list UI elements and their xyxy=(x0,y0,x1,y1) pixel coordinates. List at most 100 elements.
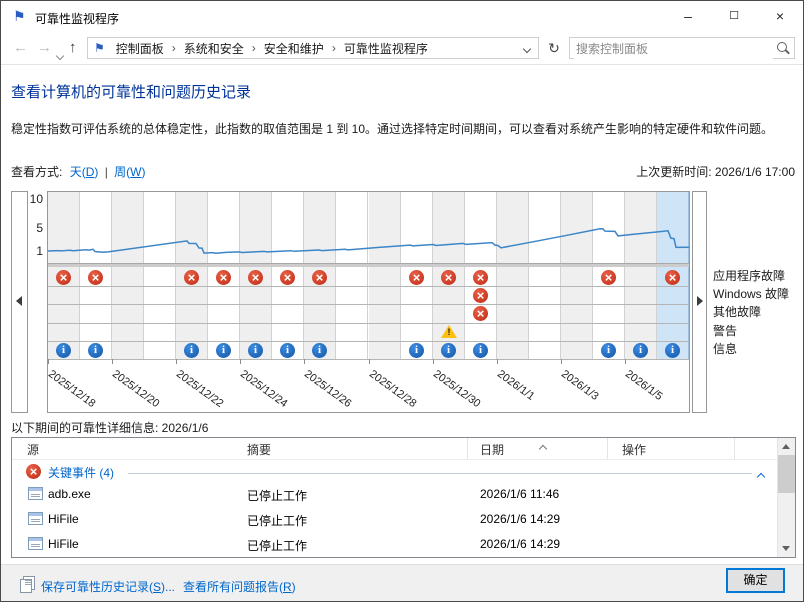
grid-line xyxy=(48,304,689,305)
cell-source: HiFile xyxy=(48,537,79,551)
view-separator: | xyxy=(105,165,108,179)
view-by-weeks-link[interactable]: 周(W) xyxy=(114,165,145,179)
address-toolbar: ← → ↑ ⚑ 控制面板›系统和安全›安全和维护›可靠性监视程序 ↻ xyxy=(1,33,803,65)
address-flag-icon: ⚑ xyxy=(94,41,105,55)
right-arrow-icon xyxy=(697,296,703,306)
view-by-days-link[interactable]: 天(D) xyxy=(70,165,99,179)
x-axis-tick xyxy=(176,359,177,364)
column-header-date[interactable]: 日期 xyxy=(480,441,504,458)
x-axis-date-label: 2025/12/22 xyxy=(174,368,226,410)
x-axis-date-label: 2025/12/28 xyxy=(367,368,419,410)
y-axis-tick-label: 10 xyxy=(30,192,43,206)
cell-source: adb.exe xyxy=(48,487,91,501)
footer-bar: 保存可靠性历史记录(S)... 查看所有问题报告(R) xyxy=(1,564,803,602)
scrollbar-thumb[interactable] xyxy=(778,455,795,493)
breadcrumb-item[interactable]: 控制面板 xyxy=(110,40,170,57)
reliability-monitor-window: ⚑ 可靠性监视程序 – ☐ × ← → ↑ ⚑ 控制面板›系统和安全›安全和维护… xyxy=(0,0,804,602)
scroll-up-button[interactable] xyxy=(778,438,795,455)
breadcrumb-item[interactable]: 系统和安全 xyxy=(178,40,250,57)
x-axis-date-label: 2025/12/20 xyxy=(110,368,162,410)
stability-index-line xyxy=(48,192,689,264)
cell-date: 2026/1/6 11:46 xyxy=(480,487,559,501)
application-failure-icon xyxy=(56,270,71,285)
back-button[interactable]: ← xyxy=(13,38,28,58)
x-axis-tick xyxy=(48,359,49,364)
x-axis-tick xyxy=(369,359,370,364)
application-failure-icon xyxy=(409,270,424,285)
scroll-later-button[interactable] xyxy=(692,191,707,413)
minimize-button[interactable]: – xyxy=(665,1,711,33)
cell-date: 2026/1/6 14:29 xyxy=(480,512,560,526)
x-axis-tick xyxy=(625,359,626,364)
information-icon xyxy=(56,343,71,358)
x-axis-date-label: 2025/12/26 xyxy=(302,368,354,410)
view-all-problem-reports-link[interactable]: 查看所有问题报告(R) xyxy=(183,578,296,595)
address-dropdown-icon[interactable] xyxy=(524,41,530,55)
critical-error-icon xyxy=(26,464,41,479)
information-icon xyxy=(88,343,103,358)
application-failure-icon xyxy=(665,270,680,285)
breadcrumb: 控制面板›系统和安全›安全和维护›可靠性监视程序 xyxy=(110,40,434,57)
legend-row-label: 应用程序故障 xyxy=(713,267,789,285)
cell-summary: 已停止工作 xyxy=(247,487,307,504)
critical-events-group-row[interactable]: 关键事件 (4) xyxy=(12,462,795,482)
information-icon xyxy=(312,343,327,358)
legend-row-label: 其他故障 xyxy=(713,303,789,321)
save-reliability-history-link[interactable]: 保存可靠性历史记录(S)... xyxy=(41,578,175,595)
scroll-earlier-button[interactable] xyxy=(11,191,28,413)
application-failure-icon xyxy=(601,270,616,285)
collapse-group-icon[interactable] xyxy=(758,469,764,483)
details-caption: 以下期间的可靠性详细信息: 2026/1/6 xyxy=(11,419,208,436)
legend-row-label: 信息 xyxy=(713,340,789,358)
other-failure-icon xyxy=(473,306,488,321)
information-icon xyxy=(248,343,263,358)
refresh-button[interactable]: ↻ xyxy=(545,39,563,57)
breadcrumb-item[interactable]: 安全和维护 xyxy=(258,40,330,57)
breadcrumb-item[interactable]: 可靠性监视程序 xyxy=(338,40,434,57)
search-icon[interactable] xyxy=(777,42,787,52)
up-button[interactable]: ↑ xyxy=(69,38,77,58)
column-header-source[interactable]: 源 xyxy=(27,441,39,458)
information-icon xyxy=(665,343,680,358)
table-row[interactable]: HiFile已停止工作2026/1/6 14:29 xyxy=(12,507,778,532)
table-scrollbar[interactable] xyxy=(777,438,795,557)
table-header: 源 摘要 日期 操作 xyxy=(12,438,795,460)
grid-line xyxy=(48,323,689,324)
view-mode-label: 查看方式: xyxy=(11,165,62,179)
close-button[interactable]: × xyxy=(757,1,803,33)
address-bar[interactable]: ⚑ 控制面板›系统和安全›安全和维护›可靠性监视程序 xyxy=(87,37,539,59)
sort-ascending-icon xyxy=(540,441,546,455)
group-label[interactable]: 关键事件 (4) xyxy=(48,464,114,481)
cell-date: 2026/1/6 14:29 xyxy=(480,537,560,551)
forward-button[interactable]: → xyxy=(37,38,52,58)
application-failure-icon xyxy=(441,270,456,285)
title-bar: ⚑ 可靠性监视程序 – ☐ × xyxy=(1,1,803,33)
history-dropdown-icon[interactable] xyxy=(57,45,63,65)
column-header-action[interactable]: 操作 xyxy=(622,441,646,458)
ok-button[interactable]: 确定 xyxy=(726,568,785,593)
crumb-separator-icon: › xyxy=(330,41,338,55)
information-icon xyxy=(441,343,456,358)
search-box xyxy=(569,37,795,59)
page-title: 查看计算机的可靠性和问题历史记录 xyxy=(11,81,251,102)
x-axis-tick xyxy=(689,359,690,364)
save-history-icon xyxy=(23,576,35,590)
table-row[interactable]: HiFile已停止工作2026/1/6 14:29 xyxy=(12,532,778,557)
scroll-down-button[interactable] xyxy=(778,540,795,557)
page-description: 稳定性指数可评估系统的总体稳定性，此指数的取值范围是 1 到 10。通过选择特定… xyxy=(11,120,795,137)
scroll-up-icon xyxy=(782,444,790,449)
search-input[interactable] xyxy=(574,39,773,59)
maximize-button[interactable]: ☐ xyxy=(711,1,757,33)
cell-summary: 已停止工作 xyxy=(247,512,307,529)
event-row-legend: 应用程序故障Windows 故障其他故障警告信息 xyxy=(713,267,789,358)
details-table: 源 摘要 日期 操作 关键事件 (4) adb.exe 已停止工作 2026/1/6… xyxy=(11,437,796,558)
application-icon xyxy=(28,512,43,525)
legend-row-label: Windows 故障 xyxy=(713,285,789,303)
application-failure-icon xyxy=(88,270,103,285)
column-header-summary[interactable]: 摘要 xyxy=(247,441,271,458)
x-axis-date-label: 2025/12/18 xyxy=(47,368,98,410)
x-axis-date-label: 2026/1/3 xyxy=(559,368,601,403)
application-failure-icon xyxy=(184,270,199,285)
x-axis-tick xyxy=(112,359,113,364)
table-row[interactable]: adb.exe 已停止工作 2026/1/6 11:46 xyxy=(12,482,778,507)
